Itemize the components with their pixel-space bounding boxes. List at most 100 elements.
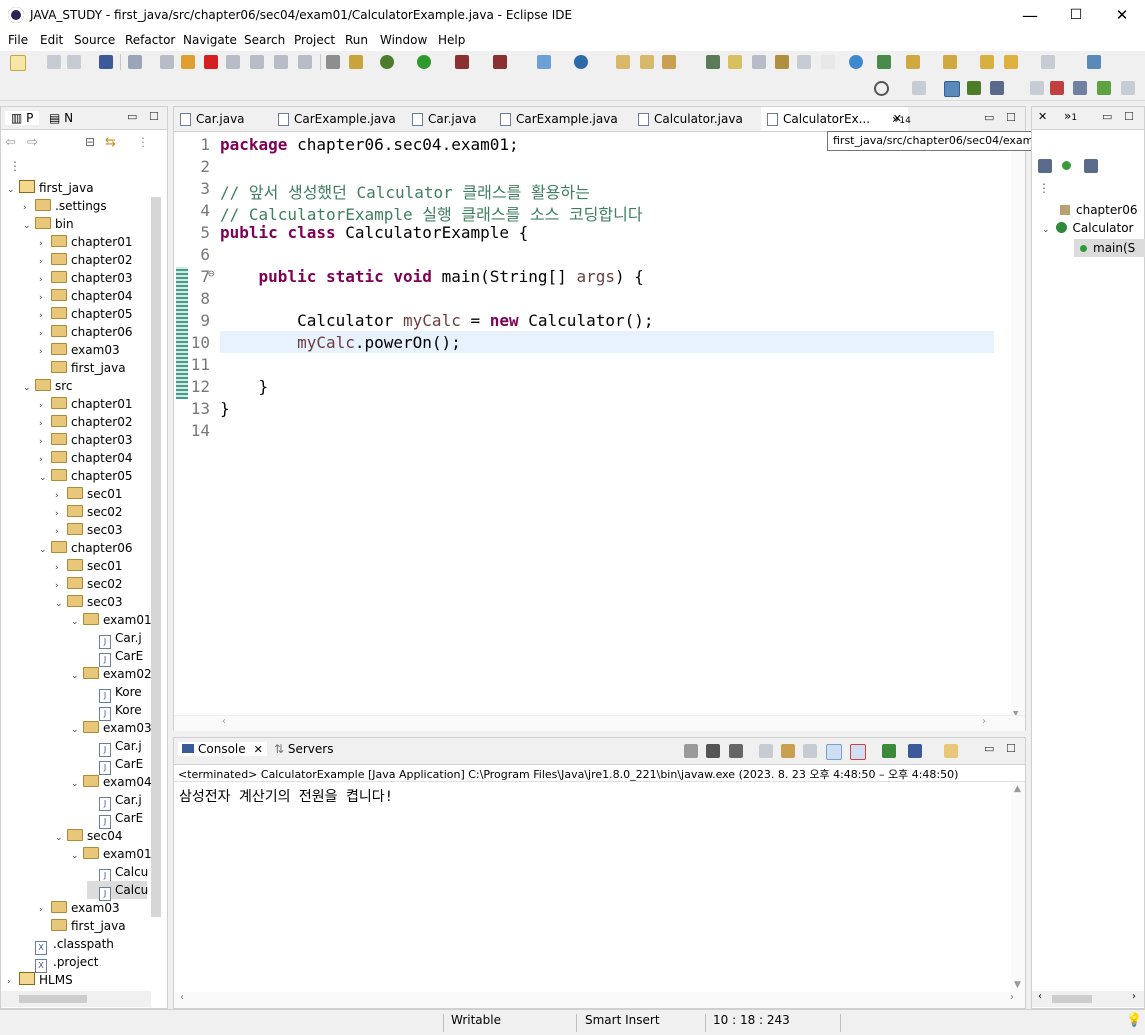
previous-annotation-icon[interactable] xyxy=(943,55,957,69)
tree-item[interactable]: ⌄ first_java xyxy=(7,179,94,197)
next-annotation-icon[interactable] xyxy=(906,55,920,69)
tree-item[interactable]: › chapter04 xyxy=(39,449,132,467)
tree-item[interactable]: J Kore xyxy=(87,701,142,721)
terminate-icon[interactable] xyxy=(204,55,218,69)
chevron-down-icon[interactable]: ⌄ xyxy=(55,595,67,613)
step-return-icon[interactable] xyxy=(298,55,312,69)
menu-project[interactable]: Project xyxy=(294,33,335,47)
pin-console-icon[interactable] xyxy=(882,744,896,758)
tab-navigator[interactable]: ▤ N xyxy=(49,111,73,125)
tree-item[interactable]: J CarE xyxy=(87,809,143,829)
menu-help[interactable]: Help xyxy=(438,33,465,47)
disconnect-icon[interactable] xyxy=(226,55,240,69)
lightbulb-icon[interactable]: 💡 xyxy=(1126,1013,1142,1028)
menu-file[interactable]: File xyxy=(8,33,28,47)
tree-item[interactable]: J Car.j xyxy=(87,791,142,811)
chevron-down-icon[interactable]: ▼ xyxy=(1014,980,1021,990)
outline-icon[interactable] xyxy=(1073,81,1087,95)
save-all-icon[interactable] xyxy=(67,55,81,69)
tree-item[interactable]: ⌄ exam04 xyxy=(71,773,151,791)
open-console-dropdown-icon[interactable] xyxy=(944,744,958,758)
left-pane-hscroll[interactable] xyxy=(1,991,151,1007)
tree-item[interactable]: › chapter01 xyxy=(39,233,132,251)
chevron-right-icon[interactable]: › xyxy=(1132,991,1136,1002)
search-icon[interactable] xyxy=(874,81,889,96)
right-pane-hscroll-thumb[interactable] xyxy=(1052,995,1092,1003)
package-explorer-icon[interactable] xyxy=(1050,81,1064,95)
tree-item[interactable]: ⌄ chapter05 xyxy=(39,467,132,485)
new-java-class-icon[interactable] xyxy=(574,55,588,69)
minimize-view-icon[interactable]: ▭ xyxy=(127,110,137,123)
chevron-down-icon[interactable]: ⌄ xyxy=(71,775,83,793)
tree-item[interactable]: › exam03 xyxy=(39,899,120,917)
tree-item[interactable]: J Kore xyxy=(87,683,142,703)
chevron-down-icon[interactable]: ⌄ xyxy=(71,721,83,739)
outline-package[interactable]: chapter06 xyxy=(1060,203,1137,217)
chevron-left-icon[interactable]: ‹ xyxy=(222,716,226,727)
restore-icon[interactable] xyxy=(1030,81,1044,95)
editor-hscroll[interactable]: ‹ › xyxy=(174,715,1025,731)
outline-class[interactable]: ⌄ Calculator xyxy=(1042,221,1133,235)
chevron-right-icon[interactable]: › xyxy=(982,716,986,727)
link-with-editor-icon[interactable]: ⇆ xyxy=(105,135,116,150)
maximize-console-icon[interactable]: ☐ xyxy=(1006,742,1016,755)
search-toolbar-icon[interactable] xyxy=(662,55,676,69)
terminate-console-icon[interactable] xyxy=(684,744,698,758)
debug-icon[interactable] xyxy=(380,55,394,69)
insert-mode-status[interactable]: Smart Insert xyxy=(585,1013,660,1027)
editor-tab[interactable]: CarExample.java xyxy=(272,107,406,131)
menu-window[interactable]: Window xyxy=(380,33,427,47)
show-whitespace-icon[interactable] xyxy=(775,55,789,69)
outline-method[interactable]: main(S xyxy=(1074,239,1145,257)
menu-search[interactable]: Search xyxy=(244,33,285,47)
remove-all-terminated-icon[interactable] xyxy=(729,744,743,758)
tree-item[interactable]: ⌄ sec04 xyxy=(55,827,123,845)
run-last-tool-icon[interactable] xyxy=(877,55,891,69)
tree-item[interactable]: X .classpath xyxy=(23,935,114,955)
web-browser-icon[interactable] xyxy=(849,55,863,69)
open-task-icon[interactable] xyxy=(640,55,654,69)
pin-editor-icon[interactable] xyxy=(1087,55,1101,69)
hide-static-icon[interactable] xyxy=(1084,159,1098,173)
word-wrap-icon[interactable] xyxy=(803,744,817,758)
console-hscroll[interactable]: ‹ › xyxy=(174,992,1025,1008)
tree-item[interactable]: J Calcu xyxy=(87,863,148,883)
view-overflow-button[interactable]: »1 xyxy=(1064,109,1077,123)
chevron-down-icon[interactable]: ⌄ xyxy=(71,667,83,685)
forward-icon[interactable] xyxy=(1041,55,1055,69)
debug-perspective-icon[interactable] xyxy=(967,81,981,95)
cursor-position[interactable]: 10 : 18 : 243 xyxy=(713,1013,790,1027)
tree-item[interactable]: ⌄ exam02 xyxy=(71,665,151,683)
tree-item[interactable]: first_java xyxy=(39,359,126,377)
menu-refactor[interactable]: Refactor xyxy=(125,33,175,47)
clear-console-icon[interactable] xyxy=(759,744,773,758)
tree-item[interactable]: X .project xyxy=(23,953,98,973)
use-step-filters-icon[interactable] xyxy=(349,55,363,69)
code-editor[interactable]: 1 2 3 4 5 6 7 ⊖ 8 9 10 11 12 13 14 packa… xyxy=(174,131,1025,721)
view-menu-icon[interactable]: ⋮ xyxy=(137,135,149,149)
display-console-icon[interactable] xyxy=(908,744,922,758)
tree-item[interactable]: J CarE xyxy=(87,647,143,667)
tree-item[interactable]: ⌄ exam01 xyxy=(71,611,151,629)
last-edit-location-icon[interactable] xyxy=(980,55,994,69)
show-on-stdout-icon[interactable] xyxy=(826,744,842,760)
books-icon[interactable] xyxy=(1097,81,1111,95)
tree-item[interactable]: › chapter06 xyxy=(39,323,132,341)
tree-item[interactable]: › chapter01 xyxy=(39,395,132,413)
task-list-icon[interactable] xyxy=(1121,81,1135,95)
tree-item[interactable]: ⌄ chapter06 xyxy=(39,539,132,557)
fold-icon[interactable]: ⊖ xyxy=(208,267,215,280)
maximize-button[interactable]: ☐ xyxy=(1053,0,1099,31)
minimize-button[interactable]: — xyxy=(1007,0,1053,31)
menu-source[interactable]: Source xyxy=(74,33,115,47)
remove-launch-icon[interactable] xyxy=(706,744,720,758)
console-output[interactable]: 삼성전자 계산기의 전원을 켭니다! xyxy=(179,786,393,806)
toggle-breadcrumb-icon[interactable] xyxy=(752,55,766,69)
scroll-lock-icon[interactable] xyxy=(781,744,795,758)
java-ee-perspective-icon[interactable] xyxy=(944,81,960,97)
chevron-down-icon[interactable]: ⌄ xyxy=(39,469,51,487)
tree-item[interactable]: J Car.j xyxy=(87,737,142,757)
tree-item[interactable]: › chapter04 xyxy=(39,287,132,305)
chevron-down-icon[interactable]: ⌄ xyxy=(7,181,19,199)
back-icon[interactable] xyxy=(1004,55,1018,69)
